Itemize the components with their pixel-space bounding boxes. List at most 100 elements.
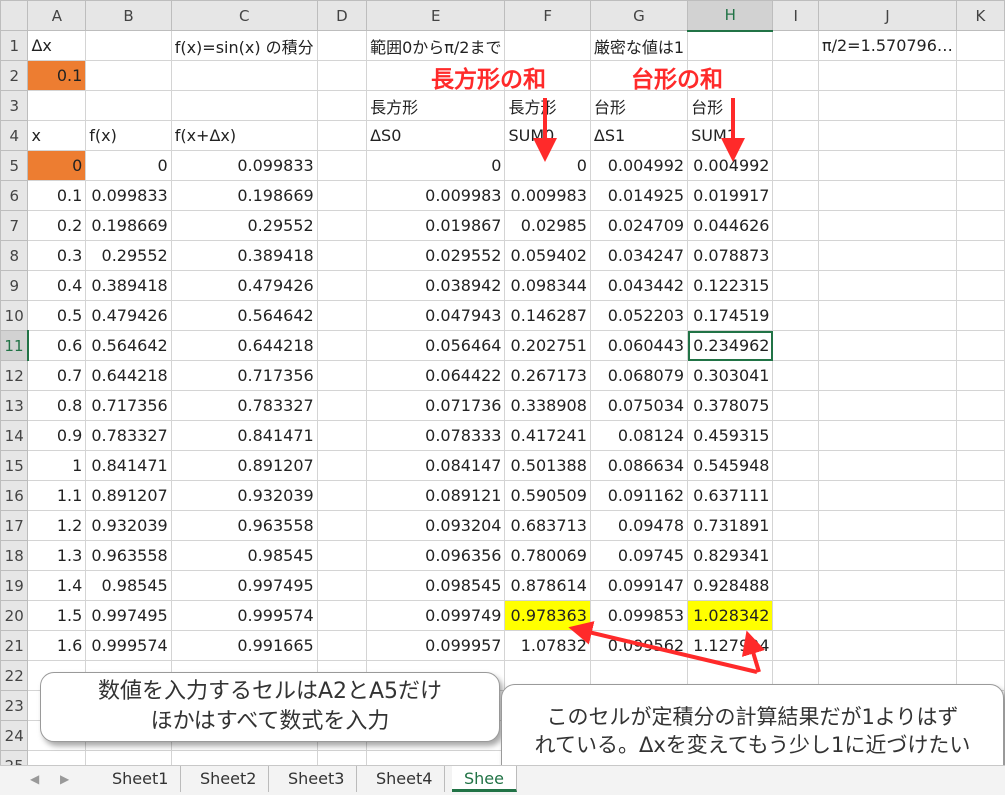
cell-H5[interactable]: 0.004992 xyxy=(687,150,774,181)
cell-A11[interactable]: 0.6 xyxy=(27,330,87,361)
spreadsheet-grid[interactable]: A B C D E F G H I J K 1 Δx f(x)=sin(x) の積分 範囲0からπ/2まで厳… xyxy=(0,0,1005,781)
cell-E6[interactable]: 0.009983 xyxy=(366,180,506,211)
cell-I20[interactable] xyxy=(772,600,819,631)
cell-H19[interactable]: 0.928488 xyxy=(687,570,774,601)
cell-H9[interactable]: 0.122315 xyxy=(687,270,774,301)
cell-A7[interactable]: 0.2 xyxy=(27,210,87,241)
cell-J8[interactable] xyxy=(817,240,957,271)
cell-J4[interactable] xyxy=(817,120,957,151)
cell-E16[interactable]: 0.089121 xyxy=(366,480,506,511)
cell-C17[interactable]: 0.963558 xyxy=(170,510,318,541)
cell-I8[interactable] xyxy=(772,240,819,271)
cell-G18[interactable]: 0.09745 xyxy=(589,540,689,571)
cell-K8[interactable] xyxy=(955,240,1005,271)
cell-D16[interactable] xyxy=(316,480,368,511)
row-header-10[interactable]: 10 xyxy=(0,300,29,331)
cell-K1[interactable] xyxy=(955,30,1005,61)
cell-J1[interactable]: π/2=1.570796… xyxy=(817,30,957,61)
cell-E17[interactable]: 0.093204 xyxy=(366,510,506,541)
cell-H6[interactable]: 0.019917 xyxy=(687,180,774,211)
cell-G21[interactable]: 0.099562 xyxy=(589,630,689,661)
column-header-I[interactable]: I xyxy=(772,0,819,31)
cell-H16[interactable]: 0.637111 xyxy=(687,480,774,511)
cell-K9[interactable] xyxy=(955,270,1005,301)
cell-F7[interactable]: 0.02985 xyxy=(504,210,591,241)
cell-C18[interactable]: 0.98545 xyxy=(170,540,318,571)
cell-B16[interactable]: 0.891207 xyxy=(85,480,172,511)
cell-K4[interactable] xyxy=(955,120,1005,151)
cell-A8[interactable]: 0.3 xyxy=(27,240,87,271)
cell-A19[interactable]: 1.4 xyxy=(27,570,87,601)
cell-H10[interactable]: 0.174519 xyxy=(687,300,774,331)
cell-K5[interactable] xyxy=(955,150,1005,181)
cell-B8[interactable]: 0.29552 xyxy=(85,240,172,271)
cell-I7[interactable] xyxy=(772,210,819,241)
cell-A14[interactable]: 0.9 xyxy=(27,420,87,451)
cell-A15[interactable]: 1 xyxy=(27,450,87,481)
cell-J19[interactable] xyxy=(817,570,957,601)
cell-B17[interactable]: 0.932039 xyxy=(85,510,172,541)
cell-D3[interactable] xyxy=(316,90,368,121)
cell-J18[interactable] xyxy=(817,540,957,571)
cell-J9[interactable] xyxy=(817,270,957,301)
cell-G14[interactable]: 0.08124 xyxy=(589,420,689,451)
row-header-4[interactable]: 4 xyxy=(0,120,29,151)
cell-C5[interactable]: 0.099833 xyxy=(170,150,318,181)
cell-J17[interactable] xyxy=(817,510,957,541)
cell-H17[interactable]: 0.731891 xyxy=(687,510,774,541)
cell-D20[interactable] xyxy=(316,600,368,631)
cell-C12[interactable]: 0.717356 xyxy=(170,360,318,391)
cell-K2[interactable] xyxy=(955,60,1005,91)
cell-G6[interactable]: 0.014925 xyxy=(589,180,689,211)
sheet-tab-3[interactable]: Sheet3 xyxy=(276,766,358,792)
cell-F9[interactable]: 0.098344 xyxy=(504,270,591,301)
cell-C15[interactable]: 0.891207 xyxy=(170,450,318,481)
row-header-20[interactable]: 20 xyxy=(0,600,29,631)
cell-H7[interactable]: 0.044626 xyxy=(687,210,774,241)
cell-A1[interactable]: Δx xyxy=(27,30,87,61)
cell-I6[interactable] xyxy=(772,180,819,211)
cell-D9[interactable] xyxy=(316,270,368,301)
row-header-18[interactable]: 18 xyxy=(0,540,29,571)
cell-C6[interactable]: 0.198669 xyxy=(170,180,318,211)
row-header-23[interactable]: 23 xyxy=(0,690,29,721)
cell-F10[interactable]: 0.146287 xyxy=(504,300,591,331)
row-header-15[interactable]: 15 xyxy=(0,450,29,481)
select-all-corner[interactable] xyxy=(0,0,29,31)
cell-K7[interactable] xyxy=(955,210,1005,241)
cell-A16[interactable]: 1.1 xyxy=(27,480,87,511)
cell-H21[interactable]: 1.127904 xyxy=(687,630,774,661)
cell-C11[interactable]: 0.644218 xyxy=(170,330,318,361)
cell-K18[interactable] xyxy=(955,540,1005,571)
cell-C16[interactable]: 0.932039 xyxy=(170,480,318,511)
cell-A18[interactable]: 1.3 xyxy=(27,540,87,571)
cell-F20[interactable]: 0.978363 xyxy=(504,600,591,631)
cell-E5[interactable]: 0 xyxy=(366,150,506,181)
cell-F18[interactable]: 0.780069 xyxy=(504,540,591,571)
cell-D2[interactable] xyxy=(316,60,368,91)
cell-E19[interactable]: 0.098545 xyxy=(366,570,506,601)
cell-H14[interactable]: 0.459315 xyxy=(687,420,774,451)
cell-K12[interactable] xyxy=(955,360,1005,391)
cell-D4[interactable] xyxy=(316,120,368,151)
row-header-19[interactable]: 19 xyxy=(0,570,29,601)
cell-G9[interactable]: 0.043442 xyxy=(589,270,689,301)
cell-A9[interactable]: 0.4 xyxy=(27,270,87,301)
cell-D5[interactable] xyxy=(316,150,368,181)
cell-I16[interactable] xyxy=(772,480,819,511)
cell-C10[interactable]: 0.564642 xyxy=(170,300,318,331)
cell-H11[interactable]: 0.234962 xyxy=(687,330,774,361)
cell-E3[interactable]: 長方形 xyxy=(366,90,506,121)
row-header-22[interactable]: 22 xyxy=(0,660,29,691)
cell-I9[interactable] xyxy=(772,270,819,301)
sheet-tab-5[interactable]: Shee xyxy=(452,766,517,792)
row-header-7[interactable]: 7 xyxy=(0,210,29,241)
cell-B21[interactable]: 0.999574 xyxy=(85,630,172,661)
row-header-1[interactable]: 1 xyxy=(0,30,29,61)
row-header-12[interactable]: 12 xyxy=(0,360,29,391)
cell-C20[interactable]: 0.999574 xyxy=(170,600,318,631)
cell-J10[interactable] xyxy=(817,300,957,331)
cell-C7[interactable]: 0.29552 xyxy=(170,210,318,241)
cell-C1[interactable]: f(x)=sin(x) の積分 xyxy=(170,30,318,61)
cell-G20[interactable]: 0.099853 xyxy=(589,600,689,631)
